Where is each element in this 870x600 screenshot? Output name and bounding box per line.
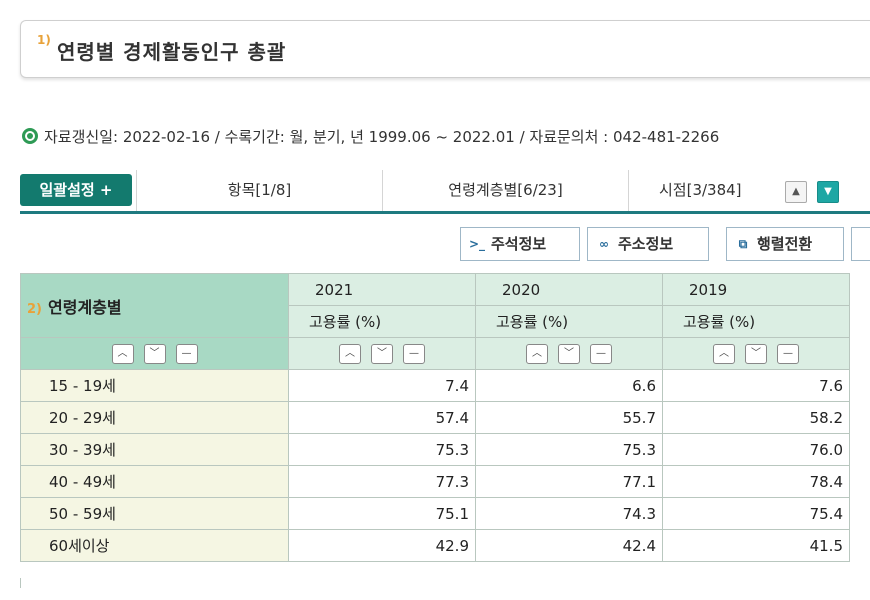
chevron-up-icon[interactable]: ︿ bbox=[111, 343, 134, 364]
sort-controls: ︿ ﹀ — bbox=[475, 337, 663, 370]
value-cell: 57.4 bbox=[288, 401, 476, 434]
value-cell: 75.3 bbox=[288, 433, 476, 466]
value-cell: 75.4 bbox=[662, 497, 850, 530]
table-row: 60세이상 42.9 42.4 41.5 bbox=[20, 529, 850, 562]
value-cell: 7.6 bbox=[662, 369, 850, 402]
row-label: 15 - 19세 bbox=[20, 369, 289, 402]
info-line: 자료갱신일: 2022-02-16 / 수록기간: 월, 분기, 년 1999.… bbox=[22, 126, 870, 147]
minus-icon[interactable]: — bbox=[175, 343, 198, 364]
data-table: 2) 연령계층별 2021 2020 2019 고용률 (%) 고용률 (%) 고… bbox=[20, 273, 850, 562]
minus-icon[interactable]: — bbox=[777, 343, 799, 364]
value-cell: 75.3 bbox=[475, 433, 663, 466]
unit-header: 고용률 (%) bbox=[288, 305, 476, 338]
value-cell: 55.7 bbox=[475, 401, 663, 434]
transpose-label: 행렬전환 bbox=[757, 235, 813, 253]
value-cell: 77.3 bbox=[288, 465, 476, 498]
year-header: 2021 bbox=[288, 273, 476, 306]
title-number: 1) bbox=[37, 33, 51, 47]
row-label: 40 - 49세 bbox=[20, 465, 289, 498]
value-cell: 58.2 bbox=[662, 401, 850, 434]
row-label: 50 - 59세 bbox=[20, 497, 289, 530]
expand-down-icon[interactable]: ▼ bbox=[817, 181, 839, 203]
chevron-down-icon[interactable]: ﹀ bbox=[558, 343, 580, 364]
value-cell: 42.4 bbox=[475, 529, 663, 562]
year-header: 2019 bbox=[662, 273, 850, 306]
value-cell: 6.6 bbox=[475, 369, 663, 402]
chevron-down-icon[interactable]: ﹀ bbox=[143, 343, 166, 364]
chevron-up-icon[interactable]: ︿ bbox=[526, 343, 548, 364]
chevron-up-icon[interactable]: ︿ bbox=[339, 343, 361, 364]
value-cell: 74.3 bbox=[475, 497, 663, 530]
value-cell: 77.1 bbox=[475, 465, 663, 498]
value-cell: 7.4 bbox=[288, 369, 476, 402]
value-cell: 76.0 bbox=[662, 433, 850, 466]
target-icon bbox=[22, 128, 38, 144]
more-tools-button[interactable] bbox=[851, 227, 870, 261]
row-label: 20 - 29세 bbox=[20, 401, 289, 434]
row-header-number: 2) bbox=[27, 301, 42, 317]
row-header-label: 연령계층별 bbox=[48, 297, 122, 317]
row-header-cell: 2) 연령계층별 bbox=[20, 273, 289, 338]
info-text: 자료갱신일: 2022-02-16 / 수록기간: 월, 분기, 년 1999.… bbox=[44, 128, 720, 146]
tab-age-groups[interactable]: 연령계층별[6/23] bbox=[382, 170, 628, 211]
table-row: 30 - 39세 75.3 75.3 76.0 bbox=[20, 433, 850, 466]
chevron-down-icon[interactable]: ﹀ bbox=[745, 343, 767, 364]
chevron-down-icon[interactable]: ﹀ bbox=[371, 343, 393, 364]
page-title: 연령별 경제활동인구 총괄 bbox=[57, 40, 287, 64]
transpose-icon: ⧉ bbox=[738, 237, 748, 251]
sort-controls: ︿ ﹀ — bbox=[20, 337, 289, 370]
value-cell: 42.9 bbox=[288, 529, 476, 562]
selection-tabbar: 일괄설정 + 항목[1/8] 연령계층별[6/23] 시점[3/384] ▲ ▼ bbox=[20, 170, 870, 214]
transpose-button[interactable]: ⧉ 행렬전환 bbox=[726, 227, 844, 261]
value-cell: 41.5 bbox=[662, 529, 850, 562]
table-row: 50 - 59세 75.1 74.3 75.4 bbox=[20, 497, 850, 530]
tab-periods[interactable]: 시점[3/384] bbox=[628, 170, 788, 211]
table-row: 15 - 19세 7.4 6.6 7.6 bbox=[20, 369, 850, 402]
collapse-up-icon[interactable]: ▲ bbox=[785, 181, 807, 203]
row-label: 30 - 39세 bbox=[20, 433, 289, 466]
minus-icon[interactable]: — bbox=[403, 343, 425, 364]
row-label: 60세이상 bbox=[20, 529, 289, 562]
unit-header: 고용률 (%) bbox=[475, 305, 663, 338]
chevron-up-icon[interactable]: ︿ bbox=[713, 343, 735, 364]
link-icon: ∞ bbox=[599, 237, 609, 251]
annotation-info-label: 주석정보 bbox=[491, 235, 547, 253]
unit-header: 고용률 (%) bbox=[662, 305, 850, 338]
address-info-label: 주소정보 bbox=[618, 235, 674, 253]
page-title-box: 1) 연령별 경제활동인구 총괄 bbox=[20, 20, 870, 78]
tab-items[interactable]: 항목[1/8] bbox=[136, 170, 382, 211]
minus-icon[interactable]: — bbox=[590, 343, 612, 364]
value-cell: 78.4 bbox=[662, 465, 850, 498]
annotation-info-button[interactable]: >_ 주석정보 bbox=[460, 227, 580, 261]
value-cell: 75.1 bbox=[288, 497, 476, 530]
sort-controls: ︿ ﹀ — bbox=[662, 337, 850, 370]
terminal-icon: >_ bbox=[468, 237, 486, 251]
bulk-settings-button[interactable]: 일괄설정 + bbox=[20, 174, 132, 206]
table-row: 20 - 29세 57.4 55.7 58.2 bbox=[20, 401, 850, 434]
sort-controls: ︿ ﹀ — bbox=[288, 337, 476, 370]
address-info-button[interactable]: ∞ 주소정보 bbox=[587, 227, 709, 261]
year-header: 2020 bbox=[475, 273, 663, 306]
table-row: 40 - 49세 77.3 77.1 78.4 bbox=[20, 465, 850, 498]
table-edge bbox=[20, 578, 21, 588]
